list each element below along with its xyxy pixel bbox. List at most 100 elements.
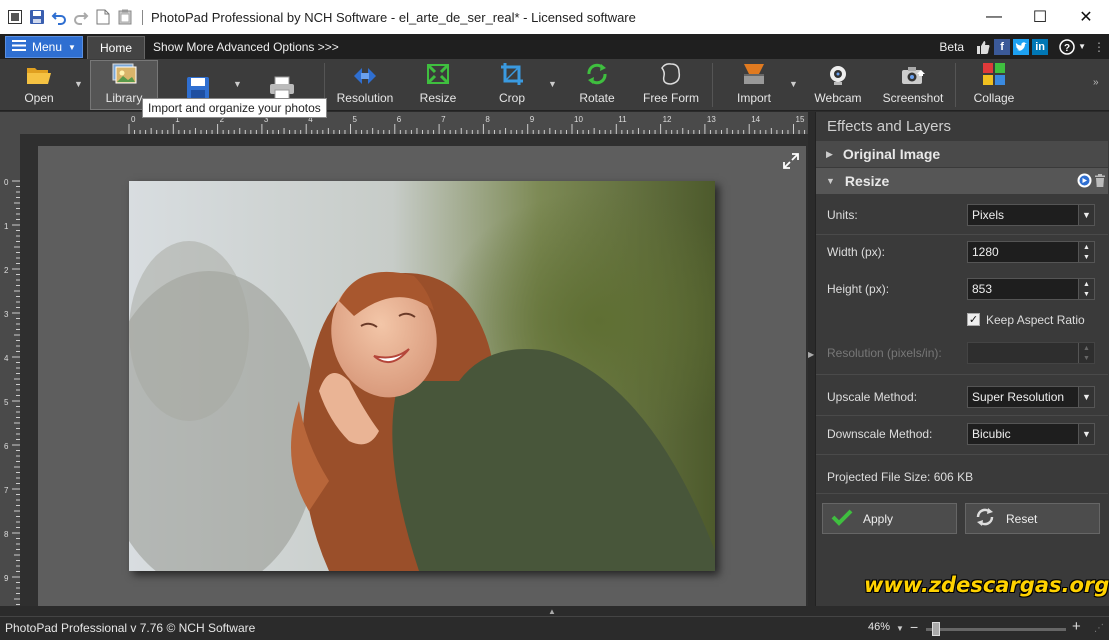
minimize-button[interactable]: — [971, 0, 1017, 34]
vertical-ruler-ticks: 0 1 2 3 4 5 6 7 8 9 [4, 178, 20, 605]
spin-down-icon[interactable]: ▼ [1083, 254, 1090, 261]
chevron-down-icon: ▼ [1078, 205, 1094, 225]
record-icon[interactable] [1077, 173, 1092, 191]
ruler-label: 4 [4, 354, 9, 363]
photo-image[interactable] [129, 181, 715, 571]
resize-section[interactable]: ▼ Resize [816, 168, 1108, 194]
zoom-slider-track[interactable] [926, 628, 1066, 631]
vertical-ruler: 0 1 2 3 4 5 6 7 8 9 [0, 134, 20, 606]
ruler-label: 15 [796, 115, 805, 124]
effects-layers-panel: Effects and Layers ▶ Original Image ▼ Re… [815, 112, 1109, 606]
maximize-button[interactable]: ☐ [1017, 0, 1063, 34]
chevron-down-icon: ▼ [826, 176, 835, 186]
keep-aspect-checkbox[interactable]: ✓ [967, 313, 980, 326]
keep-aspect-label[interactable]: Keep Aspect Ratio [986, 313, 1085, 327]
resize-label: Resize [419, 91, 457, 105]
advanced-options-link[interactable]: Show More Advanced Options >>> [153, 34, 339, 59]
help-chevron-icon[interactable]: ▼ [1078, 42, 1086, 51]
crop-icon [500, 62, 524, 91]
expand-bottom-icon[interactable]: ▲ [548, 607, 558, 616]
apply-button[interactable]: Apply [822, 503, 957, 534]
trash-icon[interactable] [1095, 174, 1105, 190]
ruler-label: 14 [751, 115, 760, 124]
paste-icon[interactable] [116, 8, 134, 26]
panel-splitter[interactable]: ▶ [808, 112, 815, 606]
more-options-icon[interactable]: ⋮ [1093, 40, 1105, 54]
reset-button[interactable]: Reset [965, 503, 1100, 534]
spin-down-icon[interactable]: ▼ [1083, 291, 1090, 298]
rotate-button[interactable]: Rotate [574, 59, 620, 109]
spin-up-icon[interactable]: ▲ [1083, 244, 1090, 251]
help-icon[interactable]: ? [1059, 38, 1075, 55]
units-row: Units: Pixels ▼ [816, 204, 1108, 226]
resolution-spin-buttons: ▲ ▼ [1078, 343, 1094, 363]
tab-bar: Menu ▼ Home Show More Advanced Options >… [0, 34, 1109, 59]
webcam-button[interactable]: Webcam [814, 59, 862, 109]
toolbar-separator [712, 63, 713, 107]
original-image-section[interactable]: ▶ Original Image [816, 141, 1108, 167]
menu-button[interactable]: Menu ▼ [5, 36, 83, 58]
downscale-select[interactable]: Bicubic ▼ [967, 423, 1095, 445]
undo-icon[interactable] [50, 8, 68, 26]
save-icon[interactable] [28, 8, 46, 26]
upscale-select[interactable]: Super Resolution ▼ [967, 386, 1095, 408]
chevron-right-icon: ▶ [826, 148, 833, 159]
spin-up-icon[interactable]: ▲ [1083, 281, 1090, 288]
downscale-row: Downscale Method: Bicubic ▼ [816, 423, 1108, 445]
resize-section-label: Resize [844, 173, 890, 189]
width-spin-buttons[interactable]: ▲ ▼ [1078, 242, 1094, 262]
tooltip: Import and organize your photos [142, 98, 327, 118]
twitter-icon[interactable] [1013, 38, 1030, 55]
open-button[interactable]: Open [14, 59, 64, 109]
screenshot-button[interactable]: Screenshot [880, 59, 946, 109]
thumbs-up-icon[interactable] [975, 39, 991, 55]
horizontal-ruler: 0 1 2 3 4 5 6 7 8 9 10 11 12 13 14 15 [20, 112, 808, 134]
import-label: Import [736, 91, 771, 105]
width-stepper[interactable]: 1280 ▲ ▼ [967, 241, 1095, 263]
chevron-down-icon: ▼ [68, 42, 76, 52]
collage-label: Collage [973, 91, 1015, 105]
open-dropdown-icon[interactable]: ▼ [74, 79, 84, 89]
redo-icon[interactable] [72, 8, 90, 26]
toolbar-overflow-icon[interactable]: » [1093, 77, 1099, 88]
free-form-label: Free Form [642, 91, 699, 105]
resolution-button[interactable]: Resolution [334, 59, 396, 109]
height-spin-buttons[interactable]: ▲ ▼ [1078, 279, 1094, 299]
facebook-icon[interactable]: f [994, 38, 1011, 55]
zoom-dropdown-icon[interactable]: ▼ [896, 624, 904, 633]
free-form-button[interactable]: Free Form [640, 59, 702, 109]
resize-grip-icon[interactable]: ⋰ [1094, 623, 1104, 634]
crop-dropdown-icon[interactable]: ▼ [548, 79, 558, 89]
ruler-label: 8 [4, 530, 9, 539]
toolbar-separator [955, 63, 956, 107]
crop-button[interactable]: Crop [492, 59, 532, 109]
library-icon [111, 62, 137, 91]
keep-aspect-row: ✓ Keep Aspect Ratio [816, 313, 1108, 327]
units-select[interactable]: Pixels ▼ [967, 204, 1095, 226]
status-bar: PhotoPad Professional v 7.76 © NCH Softw… [0, 616, 1109, 640]
screenshot-icon [900, 64, 926, 91]
close-button[interactable]: ✕ [1063, 0, 1109, 34]
tab-home[interactable]: Home [87, 36, 145, 59]
height-stepper[interactable]: 853 ▲ ▼ [967, 278, 1095, 300]
collapse-panel-icon[interactable]: ▶ [808, 350, 814, 359]
upscale-label: Upscale Method: [827, 390, 918, 404]
fullscreen-icon[interactable] [782, 152, 800, 173]
zoom-out-button[interactable]: − [910, 619, 918, 635]
collage-button[interactable]: Collage [970, 59, 1018, 109]
row-divider [816, 234, 1108, 235]
webcam-icon [827, 64, 849, 91]
screenshot-label: Screenshot [882, 91, 944, 105]
zoom-slider-thumb[interactable] [932, 622, 940, 636]
ruler-label: 2 [4, 266, 9, 275]
import-dropdown-icon[interactable]: ▼ [789, 79, 799, 89]
ruler-label: 10 [574, 115, 583, 124]
save-dropdown-icon[interactable]: ▼ [233, 79, 243, 89]
linkedin-icon[interactable]: in [1032, 38, 1049, 55]
import-button[interactable]: Import [730, 59, 778, 109]
zoom-in-button[interactable]: + [1072, 618, 1081, 635]
resize-button[interactable]: Resize [414, 59, 462, 109]
new-document-icon[interactable] [94, 8, 112, 26]
ruler-label: 5 [353, 115, 358, 124]
app-icon[interactable] [6, 8, 24, 26]
